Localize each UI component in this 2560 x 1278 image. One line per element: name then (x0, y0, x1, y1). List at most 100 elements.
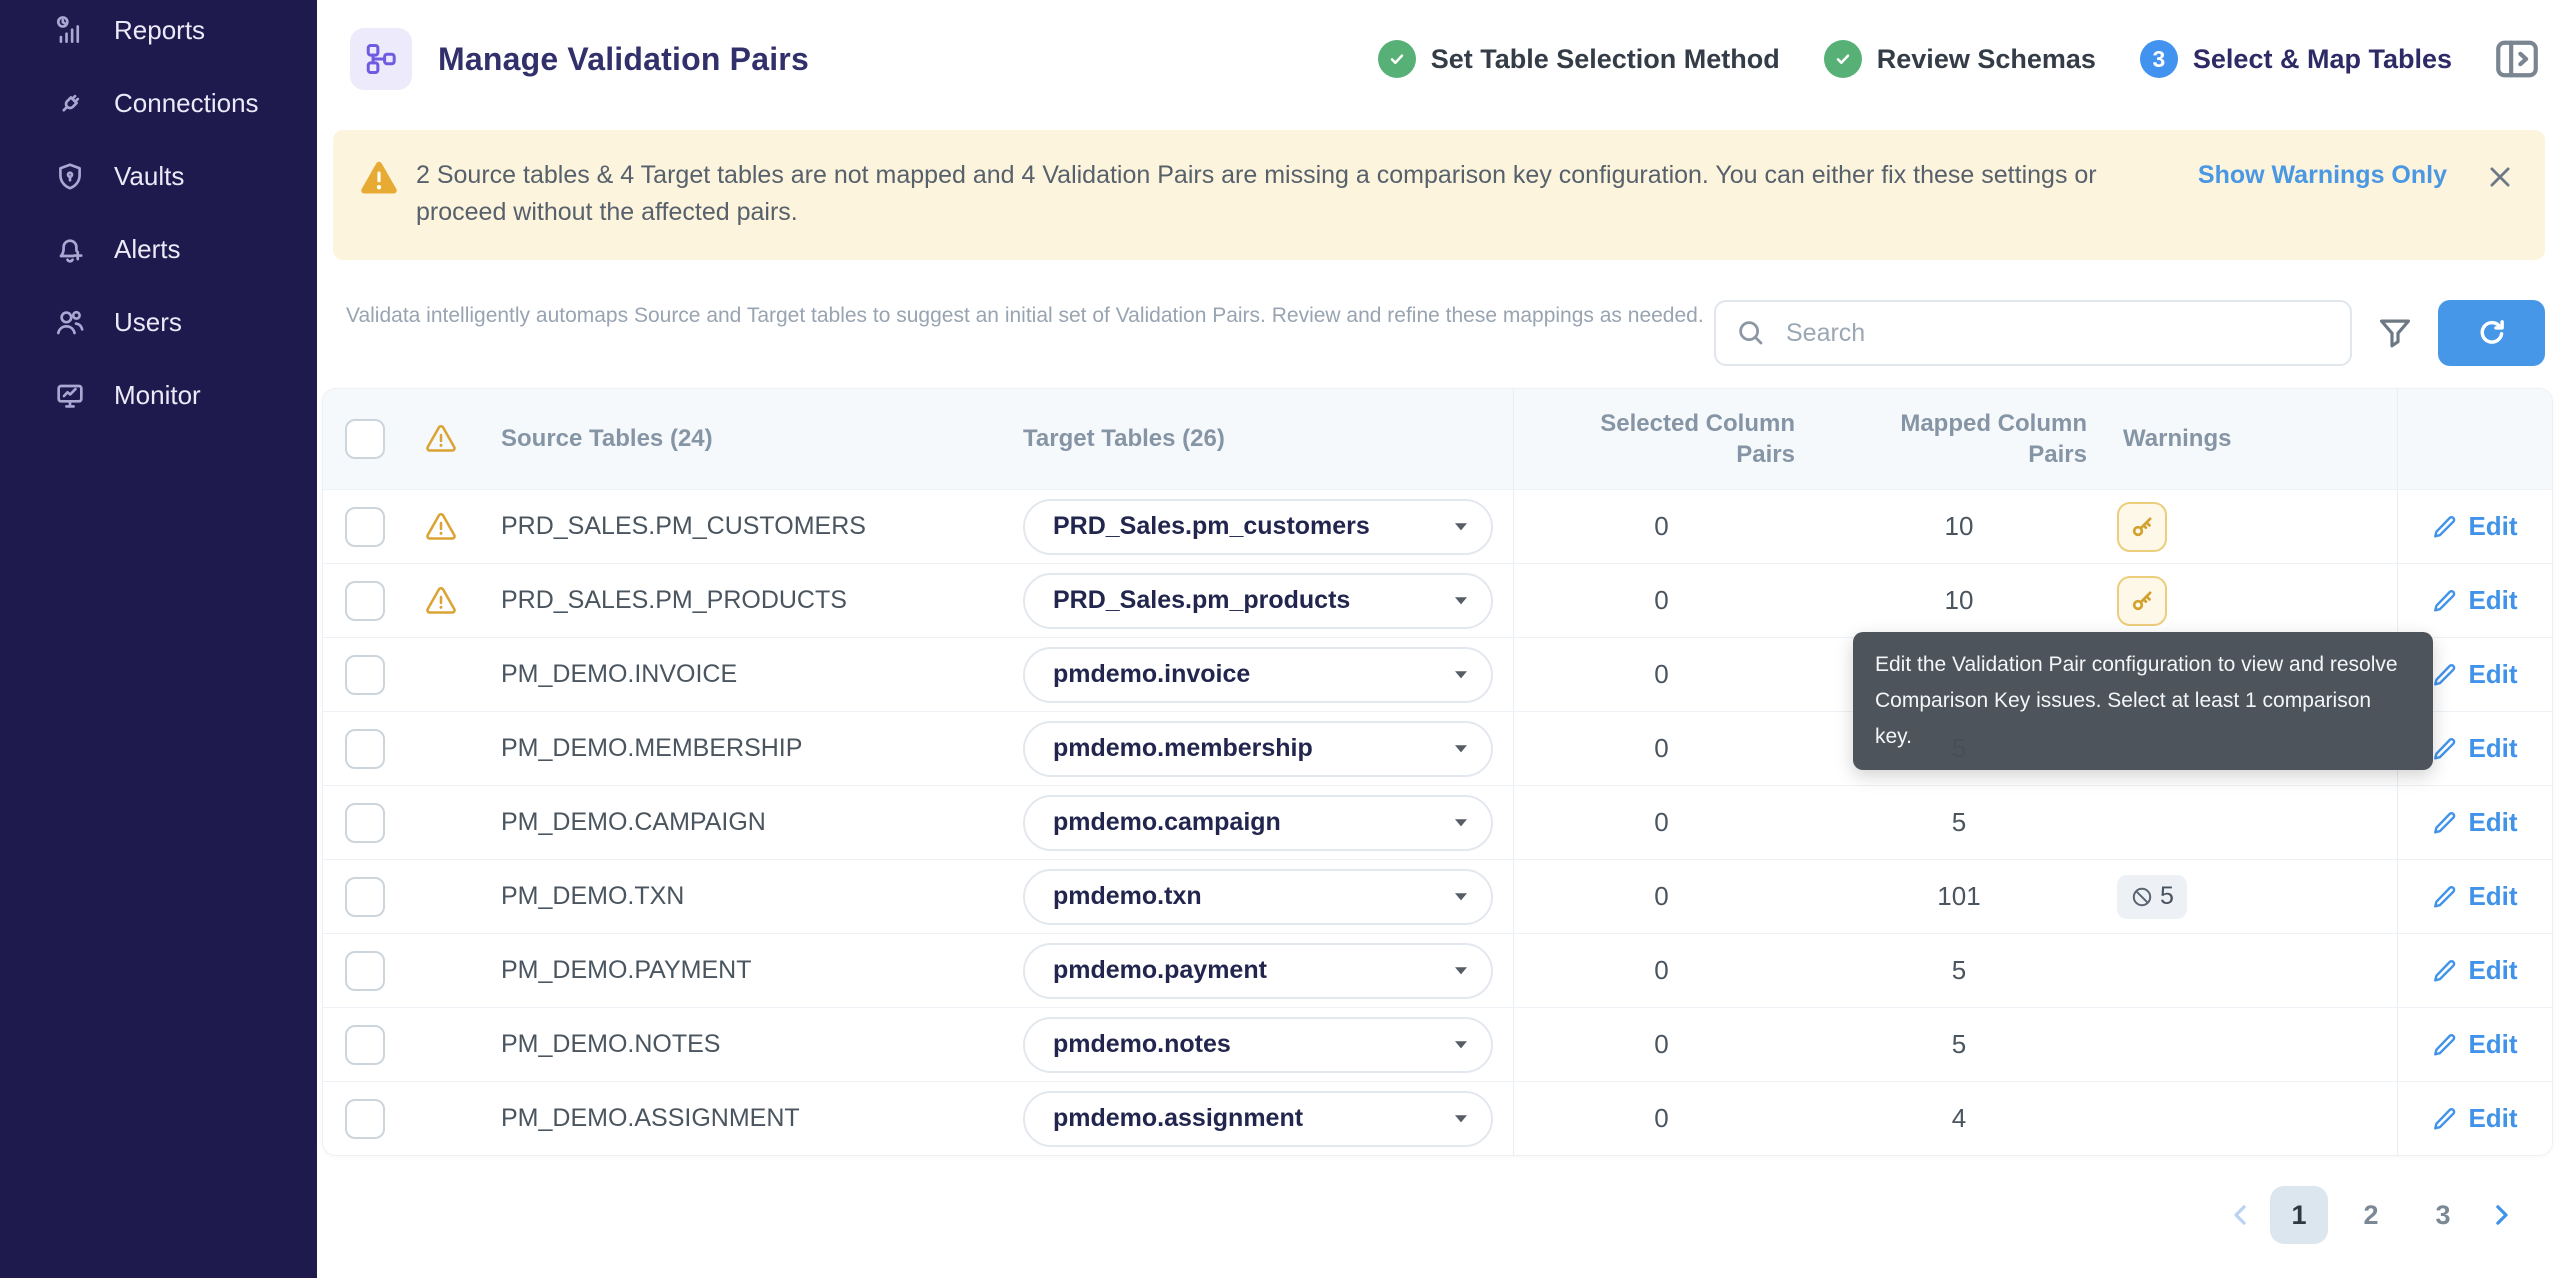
page-title: Manage Validation Pairs (438, 41, 809, 78)
shield-icon (54, 161, 86, 193)
mapped-pairs-count: 5 (1809, 934, 2109, 1007)
mapped-pairs-count: 10 (1809, 490, 2109, 563)
mapped-pairs-count: 5 (1809, 786, 2109, 859)
chevron-down-icon (1453, 1039, 1469, 1050)
show-warnings-only-link[interactable]: Show Warnings Only (2198, 161, 2447, 190)
warning-column-icon (425, 424, 457, 454)
pencil-icon (2432, 736, 2458, 762)
validation-pairs-table: Source Tables (24) Target Tables (26) Se… (322, 388, 2553, 1156)
filter-icon[interactable] (2376, 314, 2414, 352)
column-header-actions (2397, 389, 2552, 489)
target-table-select[interactable]: pmdemo.membership (1023, 721, 1493, 777)
app-window: Reports Connections Vaults Alerts Users … (0, 0, 2560, 1278)
column-header-source[interactable]: Source Tables (24) (478, 389, 983, 489)
column-header-target[interactable]: Target Tables (26) (983, 389, 1513, 489)
target-table-select[interactable]: pmdemo.payment (1023, 943, 1493, 999)
panel-toggle-icon[interactable] (2492, 34, 2542, 84)
select-all-checkbox[interactable] (345, 419, 385, 459)
ban-icon (2130, 885, 2154, 909)
excluded-columns-badge[interactable]: 5 (2117, 875, 2187, 919)
search-input[interactable] (1784, 318, 2330, 349)
pencil-icon (2432, 958, 2458, 984)
row-checkbox[interactable] (345, 803, 385, 843)
close-icon[interactable] (2485, 162, 2515, 192)
table-row: PM_DEMO.PAYMENT pmdemo.payment 0 5 Edit (323, 933, 2552, 1007)
row-checkbox[interactable] (345, 1025, 385, 1065)
pagination: 1 2 3 (317, 1156, 2560, 1244)
sidebar-item-label: Monitor (114, 380, 201, 411)
warning-triangle-icon (359, 160, 399, 197)
source-table-name: PM_DEMO.MEMBERSHIP (478, 712, 983, 785)
row-checkbox[interactable] (345, 951, 385, 991)
search-box (1714, 300, 2352, 366)
sidebar-item-users[interactable]: Users (0, 286, 317, 359)
sidebar-item-alerts[interactable]: Alerts (0, 213, 317, 286)
comparison-key-warning-badge[interactable] (2117, 502, 2167, 552)
page-2-button[interactable]: 2 (2342, 1186, 2400, 1244)
row-checkbox[interactable] (345, 581, 385, 621)
table-row: PRD_SALES.PM_PRODUCTS PRD_Sales.pm_produ… (323, 563, 2552, 637)
sidebar-item-monitor[interactable]: Monitor (0, 359, 317, 432)
search-icon (1736, 318, 1766, 348)
row-checkbox[interactable] (345, 507, 385, 547)
target-table-select[interactable]: pmdemo.invoice (1023, 647, 1493, 703)
sidebar-item-reports[interactable]: Reports (0, 0, 317, 67)
chevron-down-icon (1453, 521, 1469, 532)
target-table-select[interactable]: pmdemo.txn (1023, 869, 1493, 925)
selected-pairs-count: 0 (1513, 564, 1809, 637)
page-1-button[interactable]: 1 (2270, 1186, 2328, 1244)
row-checkbox[interactable] (345, 1099, 385, 1139)
comparison-key-warning-badge[interactable] (2117, 576, 2167, 626)
source-table-name: PM_DEMO.INVOICE (478, 638, 983, 711)
step-set-table-selection-method[interactable]: Set Table Selection Method (1378, 40, 1780, 78)
pencil-icon (2432, 662, 2458, 688)
table-row: PM_DEMO.TXN pmdemo.txn 0 101 5 Edit (323, 859, 2552, 933)
target-table-select[interactable]: pmdemo.assignment (1023, 1091, 1493, 1147)
warning-banner-message: 2 Source tables & 4 Target tables are no… (416, 157, 2171, 231)
edit-button[interactable]: Edit (2432, 659, 2517, 690)
column-header-mapped-pairs[interactable]: Mapped Column Pairs (1809, 389, 2109, 489)
next-page-button[interactable] (2486, 1200, 2516, 1230)
source-table-name: PM_DEMO.NOTES (478, 1008, 983, 1081)
selected-pairs-count: 0 (1513, 860, 1809, 933)
mapped-pairs-count: 10 (1809, 564, 2109, 637)
target-table-select[interactable]: pmdemo.campaign (1023, 795, 1493, 851)
edit-button[interactable]: Edit (2432, 511, 2517, 542)
selected-pairs-count: 0 (1513, 712, 1809, 785)
refresh-icon (2476, 317, 2508, 349)
column-header-warnings[interactable]: Warnings (2109, 389, 2397, 489)
edit-button[interactable]: Edit (2432, 733, 2517, 764)
previous-page-button[interactable] (2226, 1200, 2256, 1230)
row-checkbox[interactable] (345, 729, 385, 769)
edit-button[interactable]: Edit (2432, 1103, 2517, 1134)
users-icon (54, 307, 86, 339)
sidebar-item-label: Users (114, 307, 182, 338)
refresh-button[interactable] (2438, 300, 2545, 366)
target-table-select[interactable]: PRD_Sales.pm_products (1023, 573, 1493, 629)
step-label: Review Schemas (1877, 44, 2096, 75)
selected-pairs-count: 0 (1513, 786, 1809, 859)
step-review-schemas[interactable]: Review Schemas (1824, 40, 2096, 78)
edit-button[interactable]: Edit (2432, 881, 2517, 912)
edit-button[interactable]: Edit (2432, 955, 2517, 986)
page-3-button[interactable]: 3 (2414, 1186, 2472, 1244)
edit-button[interactable]: Edit (2432, 1029, 2517, 1060)
report-chart-icon (54, 15, 86, 47)
step-select-and-map-tables[interactable]: 3 Select & Map Tables (2140, 40, 2452, 78)
sidebar-item-vaults[interactable]: Vaults (0, 140, 317, 213)
sidebar-item-label: Vaults (114, 161, 184, 192)
row-checkbox[interactable] (345, 655, 385, 695)
edit-button[interactable]: Edit (2432, 585, 2517, 616)
edit-button[interactable]: Edit (2432, 807, 2517, 838)
pencil-icon (2432, 514, 2458, 540)
row-checkbox[interactable] (345, 877, 385, 917)
chevron-down-icon (1453, 743, 1469, 754)
target-table-select[interactable]: pmdemo.notes (1023, 1017, 1493, 1073)
column-header-selected-pairs[interactable]: Selected Column Pairs (1513, 389, 1809, 489)
pencil-icon (2432, 884, 2458, 910)
table-row: PM_DEMO.NOTES pmdemo.notes 0 5 Edit (323, 1007, 2552, 1081)
monitor-icon (54, 380, 86, 412)
target-table-select[interactable]: PRD_Sales.pm_customers (1023, 499, 1493, 555)
sidebar-item-connections[interactable]: Connections (0, 67, 317, 140)
automap-description: Validata intelligently automaps Source a… (346, 298, 1704, 334)
